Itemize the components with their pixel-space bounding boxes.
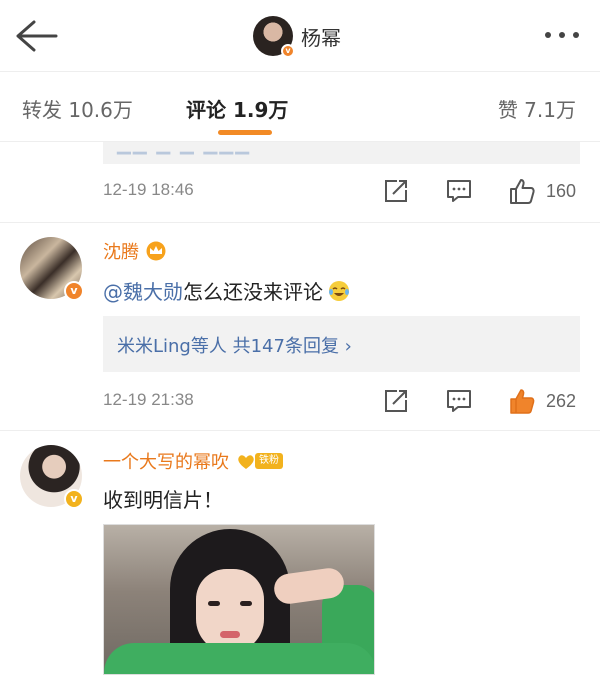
active-tab-indicator (218, 130, 272, 135)
verified-icon: v (281, 44, 295, 58)
comment-time: 12-19 21:38 (103, 390, 194, 409)
like-count: 160 (546, 180, 577, 201)
heart-fan-icon (238, 455, 254, 469)
photo-eye (240, 601, 252, 606)
comment-icon[interactable] (446, 388, 472, 414)
photo-face (196, 569, 264, 653)
share-icon[interactable] (383, 178, 409, 204)
comment-text: 怎么还没来评论 (183, 280, 323, 304)
share-icon[interactable] (383, 388, 409, 414)
back-arrow-icon[interactable] (14, 18, 58, 54)
thumbs-up-icon (510, 179, 535, 204)
reply-preview-cutoff-text: ▁▁ ▁ ▁ ▁▁▁ (117, 142, 252, 155)
username-text: 沈腾 (103, 242, 139, 263)
user-avatar[interactable]: v (20, 237, 84, 301)
profile-name[interactable]: 杨幂 (301, 22, 341, 51)
top-bar: v 杨幂 (0, 0, 600, 72)
comment-actions: 12-19 18:46 160 (0, 170, 600, 214)
tab-repost[interactable]: 转发 10.6万 (22, 94, 133, 123)
profile-title[interactable]: v 杨幂 (253, 14, 341, 58)
tab-comment[interactable]: 评论 1.9万 (186, 94, 288, 123)
divider (0, 222, 600, 223)
reply-summary-text[interactable]: 米米Ling等人 共147条回复 › (117, 332, 352, 358)
reply-preview-partial[interactable]: ▁▁ ▁ ▁ ▁▁▁ (103, 142, 580, 164)
user-avatar[interactable]: v (20, 445, 84, 509)
tab-bar: 转发 10.6万 评论 1.9万 赞 7.1万 (0, 72, 600, 142)
comment-icon[interactable] (446, 178, 472, 204)
laughing-emoji-icon (329, 280, 349, 301)
comment-photo[interactable] (103, 524, 375, 675)
more-dots-icon[interactable] (542, 22, 582, 48)
reply-summary-box[interactable]: 米米Ling等人 共147条回复 › (103, 316, 580, 372)
like-button[interactable]: 262 (508, 386, 576, 416)
comment-body: @魏大勋 怎么还没来评论 (103, 276, 351, 305)
mention-link[interactable]: @魏大勋 (103, 276, 183, 305)
username-text: 一个大写的幂吹 (103, 452, 229, 473)
divider (0, 430, 600, 431)
like-count: 262 (546, 390, 577, 411)
verified-icon: v (64, 489, 84, 509)
comment-actions: 12-19 21:38 262 (0, 380, 600, 424)
comment-time: 12-19 18:46 (103, 180, 194, 199)
profile-avatar[interactable]: v (253, 16, 295, 58)
photo-lips (220, 631, 240, 638)
comment-username[interactable]: 沈腾 (103, 238, 167, 264)
verified-icon: v (64, 281, 84, 301)
comment-body: 收到明信片！ (103, 484, 223, 513)
like-button[interactable]: 160 (508, 176, 576, 206)
fan-badge: 铁粉 (235, 451, 283, 471)
comment-text: 收到明信片！ (103, 488, 223, 512)
photo-eye (208, 601, 220, 606)
vip-crown-icon (146, 241, 166, 261)
fan-badge-label: 铁粉 (255, 453, 283, 469)
thumbs-up-filled-icon (510, 389, 535, 414)
tab-like[interactable]: 赞 7.1万 (498, 94, 576, 123)
photo-shirt (104, 643, 374, 674)
comment-username[interactable]: 一个大写的幂吹 铁粉 (103, 448, 283, 474)
